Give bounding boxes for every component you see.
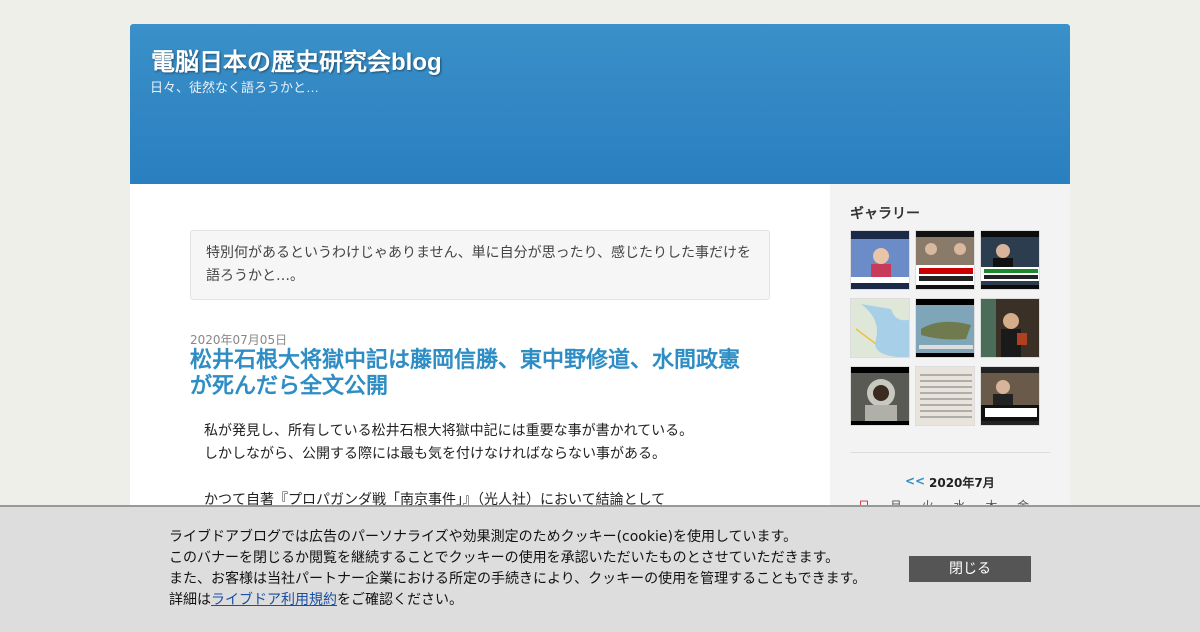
photo-thumbnail-island-aerial[interactable] — [915, 298, 975, 358]
about-box: 特別何があるというわけじゃありません、単に自分が思ったり、感じたりした事だけを … — [190, 230, 770, 300]
photo-thumbnail-astronaut[interactable] — [850, 366, 910, 426]
about-text-line: 語ろうかと…。 — [206, 268, 304, 284]
cookie-text-suffix: をご確認ください。 — [337, 592, 463, 608]
post-paragraph: しかしながら、公開する際には最も気を付けなければならない事がある。 — [204, 446, 666, 462]
cookie-consent-text: ライブドアブログでは広告のパーソナライズや効果測定のためクッキー(cookie)… — [169, 527, 866, 611]
cookie-text-line: このバナーを閉じるか閲覧を継続することでクッキーの使用を承認いただいたものとさせ… — [169, 550, 840, 566]
post-date: 2020年07月05日 — [190, 333, 288, 347]
blog-title-link[interactable]: 電脳日本の歴史研究会blog — [151, 42, 442, 77]
post-title-line[interactable]: が死んだら全文公開 — [190, 373, 388, 398]
cookie-text-prefix: 詳細は — [169, 592, 211, 608]
gallery-heading: ギャラリー — [850, 206, 920, 222]
calendar-month-label: 2020年7月 — [929, 476, 995, 490]
post-body: 私が発見し、所有している松井石根大将獄中記には重要な事が書かれている。 しかしな… — [204, 420, 784, 512]
sidebar-divider — [850, 452, 1050, 453]
blog-description: 日々、徒然なく語ろうかと… — [150, 80, 320, 95]
photo-thumbnail-newspaper[interactable] — [915, 366, 975, 426]
cookie-consent-banner: ライブドアブログでは広告のパーソナライズや効果測定のためクッキー(cookie)… — [0, 505, 1200, 632]
video-thumbnail-speaker-declaration[interactable] — [980, 366, 1040, 426]
post-title-line[interactable]: 松井石根大将獄中記は藤岡信勝、東中野修道、水間政憲 — [190, 347, 740, 372]
cookie-text-line: ライブドアブログでは広告のパーソナライズや効果測定のためクッキー(cookie)… — [169, 529, 798, 545]
video-thumbnail-man-indoor[interactable] — [980, 298, 1040, 358]
video-thumbnail-news-presenter[interactable] — [850, 230, 910, 290]
blog-header: 電脳日本の歴史研究会blog 日々、徒然なく語ろうかと… — [130, 24, 1070, 184]
cookie-text-line: また、お客様は当社パートナー企業における所定の手続きにより、クッキーの使用を管理… — [169, 571, 867, 587]
video-thumbnail-panel-discussion[interactable] — [915, 230, 975, 290]
video-thumbnail-speaker-caption[interactable] — [980, 230, 1040, 290]
calendar-prev-link[interactable]: << — [905, 474, 925, 488]
cookie-text-line: 詳細はライブドア利用規約をご確認ください。 — [169, 590, 866, 611]
post-title-link[interactable]: 松井石根大将獄中記は藤岡信勝、東中野修道、水間政憲 が死んだら全文公開 — [190, 347, 780, 399]
map-thumbnail-bay[interactable] — [850, 298, 910, 358]
terms-of-use-link[interactable]: ライブドア利用規約 — [211, 592, 337, 608]
post-paragraph: 私が発見し、所有している松井石根大将獄中記には重要な事が書かれている。 — [204, 423, 694, 439]
post-paragraph — [204, 466, 784, 489]
close-banner-button[interactable]: 閉じる — [909, 556, 1031, 582]
about-text-line: 特別何があるというわけじゃありません、単に自分が思ったり、感じたりした事だけを — [206, 245, 752, 261]
